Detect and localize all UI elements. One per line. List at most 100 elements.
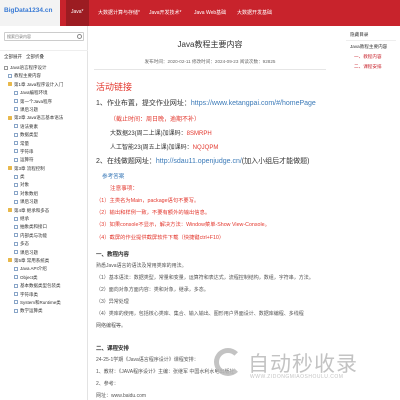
tree-item-label: 抽象类和接口 bbox=[20, 224, 47, 230]
nav-item-java-web[interactable]: Java Web基础 bbox=[194, 9, 226, 16]
site-logo-text[interactable]: BigData1234.cn bbox=[4, 7, 52, 14]
tree-item-label: 类 bbox=[20, 174, 25, 180]
paragraph: （1）基本语法：数据类型，常量和变量，运算符和表达式，流程控制结构，数组，字符串… bbox=[96, 275, 314, 281]
tree-item-label: 课后习题 bbox=[20, 199, 38, 205]
page-icon bbox=[8, 73, 12, 78]
watermark-subtext: WWW.ZIDONGMIAOSHOULU.COM bbox=[250, 374, 344, 380]
page-icon bbox=[14, 174, 18, 179]
tree-folder[interactable]: 第2章 Java语言基本语法 bbox=[4, 114, 86, 122]
deadline-text: （截止时间：周日晚，逾期不补） bbox=[110, 117, 201, 123]
article-meta: 发布时间：2020-02-11 修改时间：2024-09-23 阅读次数：928… bbox=[144, 59, 276, 64]
note-item: （2）输出和样例一致，不要有额外的输出信息。 bbox=[96, 210, 211, 216]
page-icon bbox=[14, 191, 18, 196]
site-logo[interactable]: BigData1234.cn bbox=[0, 0, 60, 26]
note-item: （1）主类名为Main，package语句不要写。 bbox=[96, 198, 200, 204]
divider bbox=[0, 50, 88, 51]
tree-item-label: 数学运算类 bbox=[20, 308, 43, 314]
page-icon bbox=[14, 300, 18, 305]
tree-item[interactable]: 字符串 bbox=[4, 148, 86, 156]
folder-icon bbox=[8, 208, 12, 213]
page-icon bbox=[14, 90, 18, 95]
tree-item-label: 第4章 继承和多态 bbox=[14, 207, 50, 213]
toc-item[interactable]: 二、课程安排 bbox=[354, 64, 382, 70]
folder-icon bbox=[8, 258, 12, 263]
homework-link[interactable]: https://www.ketangpai.com/#/homePage bbox=[191, 100, 316, 107]
section-heading: 活动链接 bbox=[96, 82, 133, 92]
tree-folder[interactable]: 第1章 Java程序设计入门 bbox=[4, 81, 86, 89]
tree-item-label: Java语言程序设计 bbox=[10, 65, 47, 70]
tree-item[interactable]: Object类 bbox=[4, 274, 86, 282]
tree-item-label: 基本数据类型包装类 bbox=[20, 283, 61, 289]
ai-code-value: NQJQPM bbox=[192, 145, 219, 151]
tree-folder[interactable]: 第5章 常用系统类 bbox=[4, 257, 86, 265]
online-judge-label: 2、在线做题网址： bbox=[96, 158, 156, 165]
top-navbar: BigData1234.cn Java* 大数据计算与存储* Java开发技术*… bbox=[0, 0, 400, 26]
tree-folder[interactable]: 第3章 流程控制 bbox=[4, 165, 86, 173]
page-title: Java教程主要内容 bbox=[177, 40, 243, 49]
tree-item[interactable]: 数据类型 bbox=[4, 131, 86, 139]
page-icon bbox=[14, 275, 18, 280]
tree-item-label: 课后习题 bbox=[20, 106, 38, 112]
tree-item[interactable]: 课后习题 bbox=[4, 198, 86, 206]
paragraph: （2）面向对象方面内容：类和对象，继承，多态。 bbox=[96, 287, 209, 293]
tree-item[interactable]: 教程主要内容 bbox=[4, 72, 86, 80]
tree-item[interactable]: 继承 bbox=[4, 215, 86, 223]
folder-icon bbox=[8, 82, 12, 87]
note-item-download[interactable]: （4）截屏的作业提供截屏软件下载（快捷键ctrl+F10） bbox=[96, 233, 224, 241]
tree-item[interactable]: Java API介绍 bbox=[4, 265, 86, 273]
online-judge-note: (加入小组后才能做题) bbox=[241, 158, 310, 165]
page-icon bbox=[14, 250, 18, 255]
tree-item[interactable]: Java编程环境 bbox=[4, 89, 86, 97]
tree-item[interactable]: 基本数据类型包装类 bbox=[4, 282, 86, 290]
tree-item-label: 教程主要内容 bbox=[14, 73, 41, 79]
tree-item[interactable]: 类 bbox=[4, 173, 86, 181]
toc-item[interactable]: Java教程主要内容 bbox=[350, 44, 387, 50]
tree-item[interactable]: 课后习题 bbox=[4, 106, 86, 114]
paragraph: （4）类库的使用，包括核心类库、集合、输入输出、图形用户界面设计、数据库编程、多… bbox=[96, 311, 304, 317]
search-icon[interactable] bbox=[77, 34, 82, 39]
nav-item-bigdata-storage[interactable]: 大数据计算与存储* bbox=[98, 9, 140, 16]
reference-answer-link[interactable]: 参考答案 bbox=[102, 172, 124, 180]
nav-item-java[interactable]: Java* bbox=[66, 0, 89, 26]
tree-item-label: 字符串类 bbox=[20, 291, 38, 297]
tree-folder[interactable]: 第4章 继承和多态 bbox=[4, 207, 86, 215]
tree-item[interactable]: 抽象类和接口 bbox=[4, 223, 86, 231]
toc-toggle[interactable]: 隐藏目录 bbox=[350, 32, 368, 38]
nav-item-bigdata-dev[interactable]: 大数据开发基础 bbox=[237, 9, 272, 16]
bigdata-code-line: 大数据23(周二上课)加课码：8SMRPH bbox=[110, 128, 212, 137]
paragraph: 熟悉Java语言的语法及常用类库的用法。 bbox=[96, 263, 187, 269]
ai-code-line: 人工智能23(周五上课)加课码：NQJQPM bbox=[110, 142, 218, 151]
expand-all-link[interactable]: 全部展开 bbox=[4, 54, 22, 60]
page-icon bbox=[14, 292, 18, 297]
search-input[interactable] bbox=[5, 33, 75, 40]
tree-item-label: 课后习题 bbox=[20, 249, 38, 255]
tree-item[interactable]: 数学运算类 bbox=[4, 307, 86, 315]
table-of-contents: 隐藏目录 Java教程主要内容 一、教程内容 二、课程安排 bbox=[340, 26, 400, 146]
sidebar-search[interactable] bbox=[4, 32, 84, 41]
tree-item[interactable]: 内部类与功能 bbox=[4, 232, 86, 240]
nav-item-java-dev[interactable]: Java开发技术* bbox=[149, 9, 182, 16]
tree-item[interactable]: 课后习题 bbox=[4, 249, 86, 257]
tree-item[interactable]: 运算符 bbox=[4, 156, 86, 164]
tree-item[interactable]: 多态 bbox=[4, 240, 86, 248]
tree-item[interactable]: 第一个Java程序 bbox=[4, 98, 86, 106]
watermark-logo-icon bbox=[214, 348, 242, 376]
tree-item[interactable]: 对象 bbox=[4, 181, 86, 189]
page-icon bbox=[14, 241, 18, 246]
homework-label: 1、作业布置，提交作业网址： bbox=[96, 100, 191, 107]
ai-code-label: 人工智能23(周五上课)加课码： bbox=[110, 145, 193, 151]
online-judge-link[interactable]: http://sdau11.openjudge.cn/ bbox=[156, 158, 242, 165]
sidebar-tree: Java语言程序设计 教程主要内容第1章 Java程序设计入门 Java编程环境 第一… bbox=[4, 64, 86, 316]
page-icon bbox=[14, 308, 18, 313]
tree-item[interactable]: 对象数组 bbox=[4, 190, 86, 198]
tree-item[interactable]: System和Runtime类 bbox=[4, 299, 86, 307]
toc-item[interactable]: 一、教程内容 bbox=[354, 54, 382, 60]
collapse-all-link[interactable]: 全部折叠 bbox=[26, 54, 44, 60]
homework-line: 1、作业布置，提交作业网址：https://www.ketangpai.com/… bbox=[96, 98, 316, 108]
tree-item[interactable]: 语法要素 bbox=[4, 123, 86, 131]
tree-item[interactable]: Java语言程序设计 bbox=[4, 64, 86, 72]
watermark: 自动秒收录 WWW.ZIDONGMIAOSHOULU.COM bbox=[214, 344, 394, 384]
tree-item-label: 字符串 bbox=[20, 148, 34, 154]
tree-item[interactable]: 字符串类 bbox=[4, 291, 86, 299]
tree-item[interactable]: 常量 bbox=[4, 140, 86, 148]
